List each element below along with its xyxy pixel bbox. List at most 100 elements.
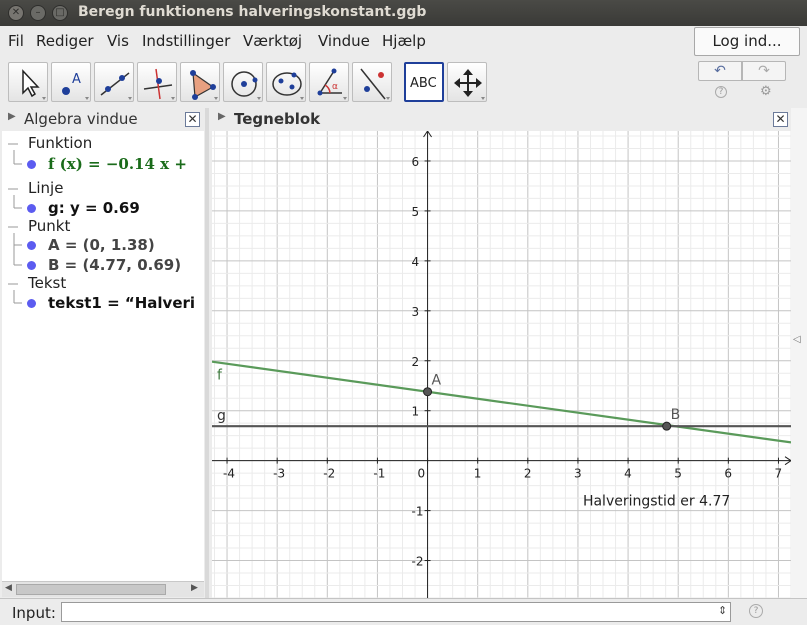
menu-hjaelp[interactable]: Hjælp xyxy=(382,32,426,50)
algebra-scrollbar[interactable]: ◀ ▶ xyxy=(2,581,204,597)
x-tick-label: 0 xyxy=(418,467,426,481)
menu-vaerktoej[interactable]: Værktøj xyxy=(243,32,302,50)
panel-splitter[interactable] xyxy=(205,108,209,598)
angle-tool-button[interactable]: α xyxy=(309,62,349,102)
x-tick-label: -4 xyxy=(223,467,235,481)
reflect-tool-icon xyxy=(360,68,390,100)
line-f xyxy=(212,360,791,444)
expand-arrow-icon[interactable]: ◁ xyxy=(793,334,801,345)
y-tick-label: 2 xyxy=(412,355,420,369)
graphics-header: ▶ Tegneblok ✕ xyxy=(212,109,791,131)
x-tick-label: 4 xyxy=(624,467,632,481)
x-tick-label: 6 xyxy=(724,467,732,481)
object-a[interactable]: A = (0, 1.38) xyxy=(48,236,155,254)
category-linje[interactable]: Linje xyxy=(28,179,63,197)
y-tick-label: 3 xyxy=(412,305,420,319)
x-tick-label: 3 xyxy=(574,467,582,481)
maximize-window-button[interactable]: □ xyxy=(52,5,68,21)
close-algebra-button[interactable]: ✕ xyxy=(185,112,200,127)
y-tick-label: 6 xyxy=(412,155,420,169)
graphics-view[interactable]: -4 -3 -2 -1 0 1 2 3 4 5 6 7 -2 -1 1 2 3 4 5 6 f g A B Halverings… xyxy=(212,131,791,598)
object-g[interactable]: g: y = 0.69 xyxy=(48,199,140,217)
coordinate-plot[interactable]: -4 -3 -2 -1 0 1 2 3 4 5 6 7 -2 -1 1 2 3 4 5 6 f g A B Halverings… xyxy=(212,131,791,598)
y-tick-label: -2 xyxy=(412,555,424,569)
menu-vis[interactable]: Vis xyxy=(107,32,129,50)
visibility-toggle[interactable] xyxy=(27,241,36,250)
conic-tool-button[interactable] xyxy=(266,62,306,102)
input-bar: Input: ⇕ ? xyxy=(0,598,807,625)
point-tool-button[interactable]: A xyxy=(51,62,91,102)
scrollbar-thumb[interactable] xyxy=(16,584,166,595)
minimize-window-button[interactable]: – xyxy=(30,5,46,21)
login-button[interactable]: Log ind... xyxy=(694,27,800,56)
algebra-view: Funktion f (x) = −0.14 x + Linje g: y = … xyxy=(2,131,204,581)
visibility-toggle[interactable] xyxy=(27,261,36,270)
visibility-toggle[interactable] xyxy=(27,160,36,169)
category-tekst[interactable]: Tekst xyxy=(28,274,66,292)
point-tool-icon: A xyxy=(62,72,89,100)
move-tool-icon xyxy=(22,69,46,100)
x-tick-label: -3 xyxy=(273,467,285,481)
window-title: Beregn funktionens halveringskonstant.gg… xyxy=(78,4,427,20)
x-tick-label: 2 xyxy=(524,467,532,481)
move-graphics-tool-icon xyxy=(454,69,485,100)
settings-icon[interactable]: ⚙ xyxy=(760,84,772,99)
category-funktion[interactable]: Funktion xyxy=(28,134,92,152)
input-field[interactable] xyxy=(61,602,731,622)
title-bar: ✕ – □ Beregn funktionens halveringskonst… xyxy=(0,0,807,26)
perpendicular-tool-button[interactable] xyxy=(137,62,177,102)
menu-bar: Fil Rediger Vis Indstillinger Værktøj Vi… xyxy=(0,26,807,56)
close-window-button[interactable]: ✕ xyxy=(8,5,24,21)
text-tool-icon: ABC xyxy=(410,76,437,91)
category-punkt[interactable]: Punkt xyxy=(28,217,70,235)
algebra-title: Algebra vindue xyxy=(24,110,138,128)
circle-tool-icon xyxy=(231,71,261,100)
conic-tool-icon xyxy=(272,72,304,100)
move-tool-button[interactable] xyxy=(8,62,48,102)
close-graphics-button[interactable]: ✕ xyxy=(773,112,788,127)
menu-indstillinger[interactable]: Indstillinger xyxy=(142,32,230,50)
polygon-tool-icon xyxy=(190,70,218,100)
collapse-arrow-icon[interactable]: ▶ xyxy=(8,111,16,122)
text-tool-button[interactable]: ABC xyxy=(404,62,444,102)
x-tick-label: -2 xyxy=(323,467,335,481)
object-tekst1[interactable]: tekst1 = “Halveri xyxy=(48,294,195,312)
collapse-arrow-icon[interactable]: ▶ xyxy=(218,111,226,122)
object-b[interactable]: B = (4.77, 0.69) xyxy=(48,256,181,274)
algebra-header: ▶ Algebra vindue ✕ xyxy=(2,109,204,131)
menu-vindue[interactable]: Vindue xyxy=(318,32,370,50)
redo-button[interactable]: ↷ xyxy=(742,61,786,81)
x-tick-label: 5 xyxy=(674,467,682,481)
visibility-toggle[interactable] xyxy=(27,299,36,308)
input-help-icon[interactable]: ? xyxy=(749,604,763,618)
polygon-tool-button[interactable] xyxy=(180,62,220,102)
help-icon[interactable]: ? xyxy=(715,86,727,98)
input-label: Input: xyxy=(12,604,56,622)
point-label-A: A xyxy=(432,373,442,389)
right-collapse-strip: ◁ xyxy=(791,108,807,598)
line-tool-icon xyxy=(100,72,132,100)
x-tick-label: 7 xyxy=(774,467,782,481)
circle-tool-button[interactable] xyxy=(223,62,263,102)
line-tool-button[interactable] xyxy=(94,62,134,102)
object-f[interactable]: f (x) = −0.14 x + xyxy=(48,155,187,173)
visibility-toggle[interactable] xyxy=(27,204,36,213)
y-tick-label: 4 xyxy=(412,255,420,269)
annotation-text: Halveringstid er 4.77 xyxy=(583,494,730,510)
undo-button[interactable]: ↶ xyxy=(698,61,742,81)
perpendicular-line-tool-icon xyxy=(143,68,175,100)
menu-rediger[interactable]: Rediger xyxy=(36,32,94,50)
toolbar: A α ABC ↶ ↷ ? ⚙ xyxy=(0,57,807,107)
reflect-tool-button[interactable] xyxy=(352,62,392,102)
label-g: g xyxy=(217,408,226,424)
scroll-right-icon[interactable]: ▶ xyxy=(191,583,198,593)
y-tick-label: 5 xyxy=(412,205,420,219)
angle-tool-icon: α xyxy=(317,68,347,100)
svg-text:A: A xyxy=(72,72,81,87)
scroll-left-icon[interactable]: ◀ xyxy=(5,583,12,593)
point-A xyxy=(423,387,433,397)
x-tick-label: 1 xyxy=(474,467,482,481)
input-history-icon[interactable]: ⇕ xyxy=(718,604,727,617)
menu-fil[interactable]: Fil xyxy=(8,32,24,50)
move-graphics-tool-button[interactable] xyxy=(447,62,487,102)
